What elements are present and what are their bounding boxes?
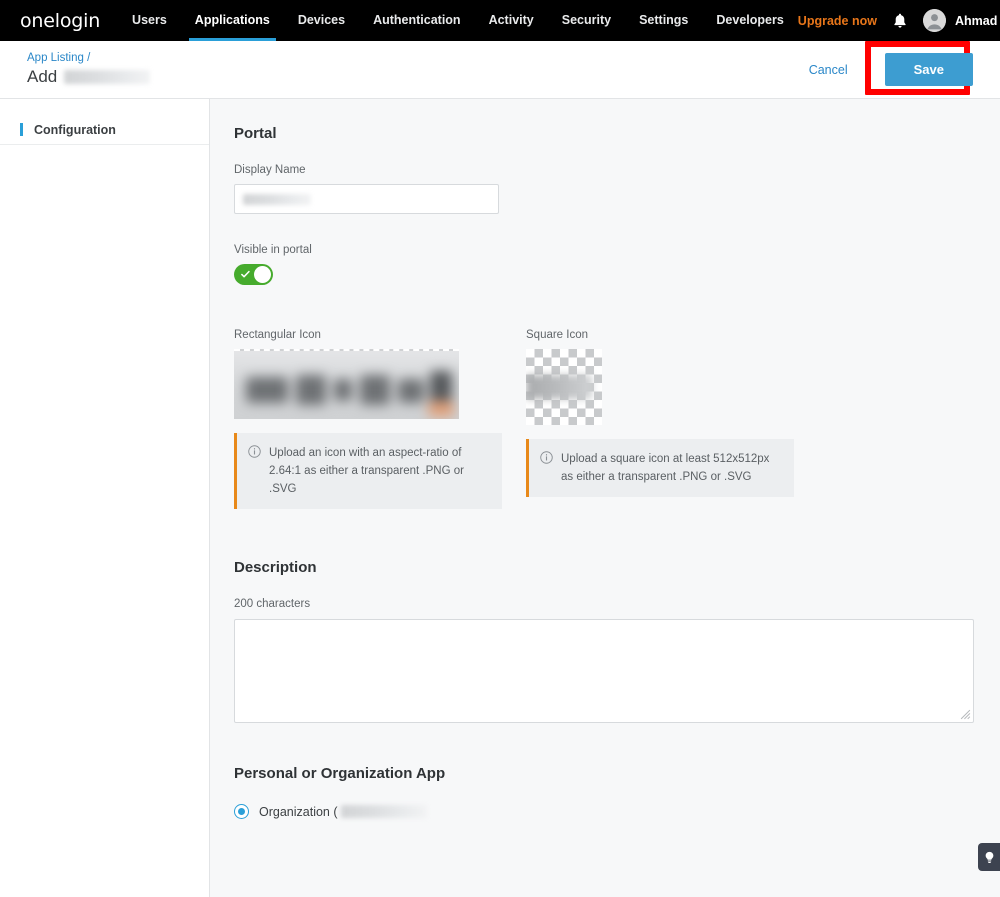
organization-radio[interactable] — [234, 804, 249, 819]
nav-item-activity[interactable]: Activity — [475, 0, 548, 41]
square-icon-info-box: Upload a square icon at least 512x512px … — [526, 439, 794, 497]
organization-radio-label: Organization ( — [259, 805, 427, 819]
page-title-line: Add — [27, 66, 150, 88]
rectangular-icon-info-text: Upload an icon with an aspect-ratio of 2… — [269, 444, 490, 498]
description-textarea[interactable] — [234, 619, 974, 723]
nav-item-devices[interactable]: Devices — [284, 0, 359, 41]
display-name-input[interactable] — [234, 184, 499, 214]
description-char-count: 200 characters — [234, 598, 974, 610]
avatar-icon — [923, 9, 946, 32]
info-icon — [248, 445, 261, 458]
save-button[interactable]: Save — [885, 53, 973, 86]
info-icon — [540, 451, 553, 464]
username-label: Ahmad — [955, 14, 997, 28]
visible-in-portal-label: Visible in portal — [234, 244, 974, 256]
display-name-label: Display Name — [234, 164, 974, 176]
page-body: Configuration Portal Display Name Visibl… — [0, 99, 1000, 897]
user-menu[interactable]: Ahmad — [923, 9, 997, 32]
upgrade-now-link[interactable]: Upgrade now — [798, 14, 877, 28]
page-header-bar: App Listing / Add Cancel Save — [0, 41, 1000, 99]
visible-in-portal-toggle[interactable] — [234, 264, 273, 285]
nav-item-authentication[interactable]: Authentication — [359, 0, 475, 41]
description-heading: Description — [234, 559, 974, 576]
toggle-knob — [254, 266, 271, 283]
redacted-display-name-value — [243, 194, 311, 205]
rectangular-icon-preview[interactable] — [234, 349, 459, 419]
square-icon-label: Square Icon — [526, 329, 794, 341]
primary-nav: Users Applications Devices Authenticatio… — [118, 0, 798, 41]
square-icon-info-text: Upload a square icon at least 512x512px … — [561, 450, 782, 486]
cancel-button[interactable]: Cancel — [799, 57, 858, 83]
redacted-square-icon — [526, 375, 592, 399]
org-app-heading: Personal or Organization App — [234, 765, 974, 782]
nav-item-settings[interactable]: Settings — [625, 0, 702, 41]
redacted-app-name — [64, 70, 150, 84]
bell-icon[interactable] — [893, 13, 907, 29]
settings-sidebar: Configuration — [0, 99, 210, 897]
resize-handle-icon[interactable] — [960, 709, 971, 720]
rectangular-icon-info-box: Upload an icon with an aspect-ratio of 2… — [234, 433, 502, 509]
sidebar-item-configuration[interactable]: Configuration — [0, 115, 209, 145]
nav-right-cluster: Upgrade now Ahmad — [798, 9, 1000, 32]
rectangular-icon-group: Rectangular Icon — [234, 329, 502, 509]
organization-label-text: Organization ( — [259, 805, 338, 819]
nav-item-users[interactable]: Users — [118, 0, 181, 41]
breadcrumb: App Listing / Add — [27, 51, 150, 88]
portal-heading: Portal — [234, 125, 974, 142]
nav-item-developers[interactable]: Developers — [702, 0, 797, 41]
org-radio-row[interactable]: Organization ( — [234, 804, 974, 819]
square-icon-group: Square Icon Upload a square icon at leas… — [526, 329, 794, 509]
nav-item-security[interactable]: Security — [548, 0, 625, 41]
check-icon — [241, 269, 250, 280]
nav-item-applications[interactable]: Applications — [181, 0, 284, 41]
onelogin-logo[interactable]: onelogin — [0, 10, 118, 32]
square-icon-preview[interactable] — [526, 349, 602, 425]
page-title: Add — [27, 66, 57, 88]
rectangular-icon-label: Rectangular Icon — [234, 329, 502, 341]
top-navigation-bar: onelogin Users Applications Devices Auth… — [0, 0, 1000, 41]
active-indicator-bar — [20, 123, 23, 136]
breadcrumb-app-listing[interactable]: App Listing / — [27, 51, 150, 66]
redacted-rectangular-icon — [242, 357, 451, 411]
save-button-wrapper: Save — [865, 39, 993, 100]
lightbulb-icon — [984, 851, 995, 864]
help-tab-button[interactable] — [978, 843, 1000, 871]
icon-upload-row: Rectangular Icon — [234, 329, 974, 509]
main-content: Portal Display Name Visible in portal Re… — [210, 99, 1000, 897]
header-actions: Cancel Save — [799, 39, 1000, 100]
sidebar-item-label: Configuration — [34, 123, 116, 137]
redacted-organization-name — [341, 805, 427, 818]
